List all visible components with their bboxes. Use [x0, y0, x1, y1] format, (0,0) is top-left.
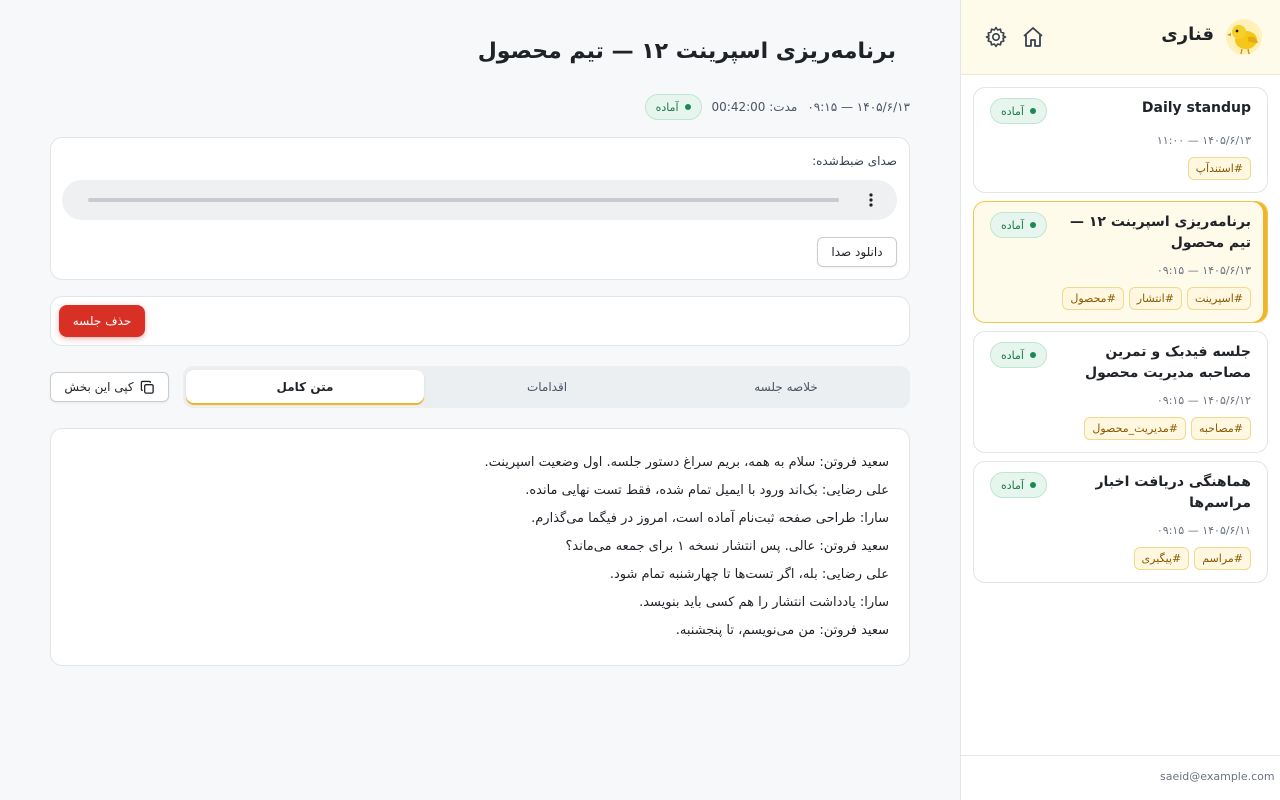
- status-label: آماده: [655, 100, 679, 114]
- meeting-card[interactable]: جلسه فیدبک و تمرین مصاحبه مدیریت محصول آ…: [973, 331, 1268, 453]
- meeting-title: جلسه فیدبک و تمرین مصاحبه مدیریت محصول: [1084, 344, 1251, 381]
- transcript-line: سعید فروتن: عالی. پس انتشار نسخه ۱ برای …: [565, 539, 890, 554]
- more-options-icon[interactable]: [863, 192, 879, 208]
- status-badge: آماده: [990, 472, 1047, 498]
- tag[interactable]: #استندآپ: [1187, 157, 1251, 180]
- copy-section-button[interactable]: کپی این بخش: [50, 372, 169, 402]
- tag[interactable]: #پیگیری: [1133, 547, 1190, 570]
- status-label: آماده: [1001, 348, 1024, 362]
- meeting-date: ۱۴۰۵/۶/۱۱ — ۰۹:۱۵: [1156, 524, 1251, 537]
- meeting-card-active[interactable]: برنامه‌ریزی اسپرینت ۱۲ — تیم محصول آماده…: [973, 201, 1268, 323]
- tag[interactable]: #انتشار: [1128, 287, 1182, 310]
- home-icon[interactable]: [1021, 25, 1045, 49]
- transcript-line: سعید فروتن: سلام به همه، بریم سراغ دستور…: [484, 455, 889, 470]
- danger-panel: حذف جلسه: [50, 296, 910, 346]
- tab-bar: خلاصه جلسه اقدامات متن کامل: [183, 366, 910, 408]
- status-badge: آماده: [644, 94, 702, 120]
- meeting-card[interactable]: هماهنگی دریافت اخبار مراسم‌ها آماده ۱۴۰۵…: [973, 461, 1268, 583]
- app-brand: قناری: [1161, 24, 1214, 45]
- tag[interactable]: #مراسم: [1194, 547, 1251, 570]
- meeting-datetime: ۱۴۰۵/۶/۱۳ — ۰۹:۱۵: [807, 100, 910, 114]
- tab-full-transcript[interactable]: متن کامل: [186, 370, 424, 403]
- status-dot-icon: [1029, 352, 1036, 358]
- tag-list: #اسپرینت #انتشار #محصول: [990, 287, 1251, 310]
- page-title: برنامه‌ریزی اسپرینت ۱۲ — تیم محصول: [477, 39, 896, 64]
- transcript-line: علی رضایی: بک‌اند ورود با ایمیل تمام شده…: [525, 483, 889, 498]
- delete-meeting-button[interactable]: حذف جلسه: [59, 305, 145, 337]
- tag[interactable]: #محصول: [1062, 287, 1124, 310]
- copy-icon: [140, 380, 154, 394]
- audio-panel: صدای ضبط‌شده: دانلود صدا: [50, 137, 910, 280]
- meeting-detail: برنامه‌ریزی اسپرینت ۱۲ — تیم محصول ۱۴۰۵/…: [50, 0, 910, 800]
- meeting-date: ۱۴۰۵/۶/۱۳ — ۰۹:۱۵: [1156, 264, 1251, 277]
- tag-list: #مراسم #پیگیری: [990, 547, 1251, 570]
- status-dot-icon: [1029, 482, 1036, 488]
- status-label: آماده: [1001, 218, 1024, 232]
- meeting-title: برنامه‌ریزی اسپرینت ۱۲ — تیم محصول: [1070, 214, 1251, 251]
- tab-summary[interactable]: خلاصه جلسه: [667, 370, 905, 403]
- user-email: saeid@example.com: [1160, 770, 1275, 783]
- status-label: آماده: [1001, 478, 1024, 492]
- meeting-title: هماهنگی دریافت اخبار مراسم‌ها: [1095, 474, 1252, 511]
- status-badge: آماده: [990, 98, 1047, 124]
- copy-section-label: کپی این بخش: [64, 380, 134, 394]
- transcript-panel: سعید فروتن: سلام به همه، بریم سراغ دستور…: [50, 428, 910, 666]
- status-label: آماده: [1001, 104, 1024, 118]
- audio-player[interactable]: [62, 180, 897, 220]
- sidebar-footer: saeid@example.com: [960, 755, 1280, 800]
- tag-list: #مصاحبه #مدیریت_محصول: [990, 417, 1251, 440]
- sidebar-header: قناری: [961, 0, 1280, 75]
- status-badge: آماده: [990, 212, 1047, 238]
- status-badge: آماده: [990, 342, 1047, 368]
- audio-label: صدای ضبط‌شده:: [812, 154, 897, 168]
- transcript-line: علی رضایی: بله، اگر تست‌ها تا چهارشنبه ت…: [609, 567, 889, 582]
- tag[interactable]: #مصاحبه: [1190, 417, 1251, 440]
- tag[interactable]: #اسپرینت: [1186, 287, 1251, 310]
- sidebar: قناری Daily standup آماده ۱۴۰۵/۶/۱۳ — ۱۱…: [960, 0, 1280, 800]
- transcript-line: سعید فروتن: من می‌نویسم، تا پنجشنبه.: [675, 623, 889, 638]
- meeting-date: ۱۴۰۵/۶/۱۲ — ۰۹:۱۵: [1156, 394, 1251, 407]
- tag-list: #استندآپ: [990, 157, 1251, 180]
- meeting-card[interactable]: Daily standup آماده ۱۴۰۵/۶/۱۳ — ۱۱:۰۰ #ا…: [973, 87, 1268, 193]
- transcript-line: سارا: یادداشت انتشار را هم کسی باید بنوی…: [639, 595, 889, 610]
- tab-actions[interactable]: اقدامات: [428, 370, 666, 403]
- status-dot-icon: [1029, 222, 1036, 228]
- meeting-list: Daily standup آماده ۱۴۰۵/۶/۱۳ — ۱۱:۰۰ #ا…: [973, 87, 1268, 591]
- tag[interactable]: #مدیریت_محصول: [1084, 417, 1186, 440]
- status-dot-icon: [684, 104, 691, 110]
- transcript-line: سارا: طراحی صفحه ثبت‌نام آماده است، امرو…: [531, 511, 889, 526]
- audio-progress-track[interactable]: [88, 198, 839, 202]
- meeting-title: Daily standup: [1141, 100, 1251, 116]
- meeting-duration: مدت: 00:42:00: [711, 100, 798, 114]
- gear-icon[interactable]: [984, 25, 1008, 49]
- meeting-date: ۱۴۰۵/۶/۱۳ — ۱۱:۰۰: [1156, 134, 1251, 147]
- download-audio-button[interactable]: دانلود صدا: [817, 237, 897, 267]
- status-dot-icon: [1029, 108, 1036, 114]
- canary-logo-icon: [1226, 19, 1262, 55]
- meeting-meta: ۱۴۰۵/۶/۱۳ — ۰۹:۱۵ مدت: 00:42:00 آماده: [644, 94, 910, 120]
